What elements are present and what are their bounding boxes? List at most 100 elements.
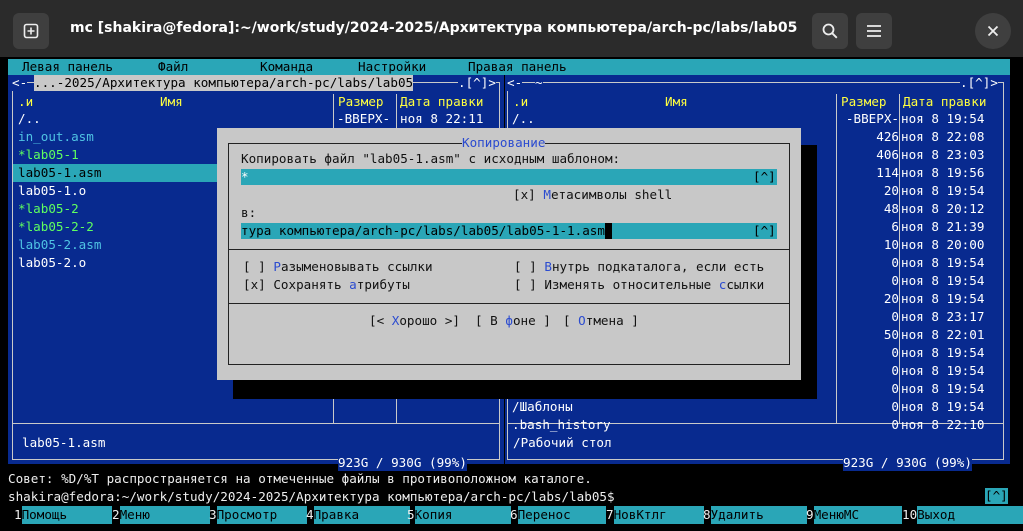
file-size: 0 — [891, 381, 899, 396]
close-button[interactable] — [975, 13, 1011, 49]
file-size: 0 — [891, 309, 899, 324]
fkey-2-button[interactable]: 2Меню — [112, 506, 210, 524]
fkey-label: Удалить — [710, 506, 807, 524]
fkey-number: 4 — [306, 507, 314, 522]
left-hdr-date[interactable]: Дата правки — [400, 94, 483, 110]
shell-prompt-line[interactable]: shakira@fedora:~/work/study/2024-2025/Ар… — [0, 488, 1023, 506]
search-icon — [822, 23, 838, 39]
ok-button[interactable]: [< Хорошо >] — [369, 313, 460, 329]
left-panel-path[interactable]: ...-2025/Архитектура компьютера/arch-pc/… — [34, 75, 414, 91]
menu-settings[interactable]: Настройки — [358, 59, 426, 75]
fkey-number: 7 — [606, 507, 614, 522]
keep-attrs-label: трибуты — [356, 277, 410, 292]
source-history-button[interactable]: [^] — [753, 169, 777, 185]
dialog-sep2 — [228, 303, 790, 304]
new-tab-button[interactable] — [13, 13, 49, 49]
file-size: 0 — [891, 345, 899, 360]
close-icon — [987, 25, 999, 37]
file-size: 6 — [891, 219, 899, 234]
file-size: 114 — [876, 165, 899, 180]
fkey-4-button[interactable]: 4Правка — [306, 506, 410, 524]
deref-label: азыменовывать ссылки — [280, 259, 433, 274]
left-hdr-name[interactable]: Имя — [160, 94, 183, 110]
right-hdr-date[interactable]: Дата правки — [903, 94, 986, 110]
fkey-6-button[interactable]: 6Перенос — [510, 506, 606, 524]
copy-dialog: Копирование Копировать файл "lab05-1.asm… — [217, 128, 801, 380]
right-hdr-name[interactable]: Имя — [665, 94, 688, 110]
menu-left-panel[interactable]: Левая панель — [22, 59, 113, 75]
dive-into-box: [ ] — [514, 259, 537, 274]
fkey-label: НовКтлг — [613, 506, 704, 524]
deref-box: [ ] — [243, 259, 266, 274]
file-name: lab05-1.asm — [18, 165, 102, 180]
metachar-label: етасимволы shell — [550, 187, 673, 202]
menu-button[interactable] — [856, 13, 892, 49]
dialog-sep1 — [228, 249, 790, 250]
file-date: ноя 8 19:54 — [901, 111, 985, 126]
metachar-checkbox[interactable]: [x] Метасимволы shell — [513, 187, 672, 203]
ok-label: орошо >] — [399, 313, 461, 328]
fkey-8-button[interactable]: 8Удалить — [703, 506, 807, 524]
right-hdr-sort[interactable]: .и — [513, 94, 528, 110]
right-hdr-size[interactable]: Размер — [841, 94, 887, 110]
fkey-9-button[interactable]: 9МенюМС — [806, 506, 902, 524]
dest-history-button[interactable]: [^] — [753, 223, 777, 239]
fkey-5-button[interactable]: 5Копия — [407, 506, 511, 524]
menu-file[interactable]: Файл — [158, 59, 188, 75]
fkey-3-button[interactable]: 3Просмотр — [209, 506, 307, 524]
left-hdr-size[interactable]: Размер — [338, 94, 384, 110]
dest-label: в: — [241, 205, 257, 220]
left-hdr-sort[interactable]: .и — [18, 94, 33, 110]
right-panel-history[interactable]: .[^]> — [960, 75, 998, 91]
file-size: 426 — [876, 129, 899, 144]
keep-attrs-checkbox[interactable]: [x] Сохранять атрибуты — [243, 277, 410, 293]
file-size: 0 — [891, 273, 899, 288]
source-mask-input[interactable]: * — [241, 169, 753, 185]
dest-input[interactable]: тура компьютера/arch-pc/labs/lab05/lab05… — [241, 223, 753, 239]
background-button[interactable]: [ В фоне ] — [475, 313, 551, 329]
metachar-box: [x] — [513, 187, 536, 202]
file-date: ноя 8 19:54 — [901, 399, 985, 414]
file-row[interactable]: .bash_history 0 ноя 8 22:10 — [508, 416, 1001, 434]
search-button[interactable] — [812, 13, 848, 49]
right-corner[interactable]: <- — [507, 75, 523, 91]
file-size: 0 — [891, 399, 899, 414]
terminal-area[interactable]: Левая панель Файл Команда Настройки Прав… — [0, 57, 1023, 531]
file-date: ноя 8 22:01 — [901, 327, 985, 342]
dive-into-checkbox[interactable]: [ ] Внутрь подкаталога, если есть — [514, 259, 764, 275]
left-corner[interactable]: <- — [12, 75, 28, 91]
dialog-shadow — [233, 380, 817, 399]
deref-checkbox[interactable]: [ ] Разыменовывать ссылки — [243, 259, 433, 275]
file-name: lab05-2.asm — [18, 237, 102, 252]
fkey-number: 9 — [806, 507, 814, 522]
fkey-10-button[interactable]: 10Выход — [902, 506, 1023, 524]
metachar-hotkey: М — [543, 187, 551, 202]
file-size: 20 — [883, 183, 899, 198]
fkey-1-button[interactable]: 1Помощь — [14, 506, 112, 524]
file-row[interactable]: /Шаблоны 0 ноя 8 19:54 — [508, 398, 1001, 416]
file-date: ноя 8 20:12 — [901, 201, 985, 216]
cancel-hotkey: О — [578, 313, 586, 328]
left-panel-history[interactable]: .[^]> — [458, 75, 496, 91]
dive-into-label: нутрь подкаталога, если есть — [551, 259, 765, 274]
file-size: 406 — [876, 147, 899, 162]
file-row[interactable]: /.. -ВВЕРХ-ноя 8 19:54 — [508, 110, 1001, 128]
hamburger-icon — [867, 25, 881, 37]
relative-links-label: сылки — [726, 277, 765, 292]
menu-right-panel[interactable]: Правая панель — [468, 59, 567, 75]
prompt-history-button[interactable]: [^] — [985, 488, 1008, 504]
fkey-label: Просмотр — [216, 506, 307, 524]
fkey-7-button[interactable]: 7НовКтлг — [606, 506, 704, 524]
file-row[interactable]: /.. -ВВЕРХ-ноя 8 22:11 — [13, 110, 497, 128]
file-date: ноя 8 22:11 — [400, 111, 484, 126]
right-panel-path[interactable]: ~ — [535, 75, 543, 91]
relative-links-pre: Изменять относительные — [544, 277, 719, 292]
file-size: 0 — [891, 363, 899, 378]
menu-command[interactable]: Команда — [260, 59, 313, 75]
cancel-button[interactable]: [ Отмена ] — [563, 313, 639, 329]
file-date: ноя 8 19:54 — [901, 255, 985, 270]
file-date: ноя 8 23:17 — [901, 309, 985, 324]
relative-links-checkbox[interactable]: [ ] Изменять относительные ссылки — [514, 277, 764, 293]
file-date: ноя 8 22:08 — [901, 129, 985, 144]
hint-line: Совет: %D/%T распространяется на отмечен… — [0, 470, 592, 488]
